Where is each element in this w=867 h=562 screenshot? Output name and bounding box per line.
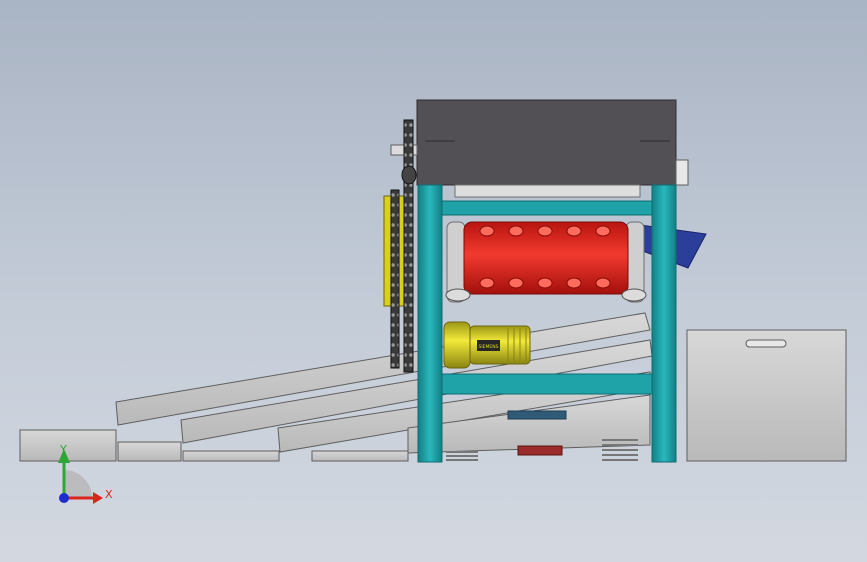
cad-viewport[interactable]: SIEMENS Y X [0,0,867,562]
frame-crossbar-mid[interactable] [441,373,653,395]
drive-chain[interactable] [390,119,417,373]
hopper-side-plate[interactable] [675,159,689,186]
assembly-drawing[interactable]: SIEMENS Y X [0,0,867,562]
motor-gearbox[interactable] [443,321,471,369]
drum-hub-left [445,288,471,302]
box-handle-slot[interactable] [745,339,787,348]
hopper[interactable] [390,99,689,186]
top-roller[interactable] [454,184,641,198]
axis-y-label: Y [59,443,67,456]
deck-bar-red[interactable] [517,445,563,456]
frame-leg-left[interactable] [417,184,443,463]
deck-bar-blue[interactable] [507,410,567,420]
sprocket-top [401,165,417,185]
spring-left[interactable] [446,451,478,461]
base-block-2[interactable] [117,441,182,462]
base-block-3[interactable] [182,450,280,462]
frame-leg-right[interactable] [651,184,677,463]
motor[interactable]: SIEMENS [443,321,531,369]
crusher-drum[interactable] [445,221,647,303]
axis-x-label: X [105,488,113,501]
chain-outer[interactable] [403,119,414,373]
base-block-1[interactable] [19,429,117,462]
collection-box[interactable] [686,329,847,462]
drum-hub-right [621,288,647,302]
frame-crossbar-top[interactable] [441,200,653,216]
motor-nameplate-text: SIEMENS [479,344,499,350]
chain-inner[interactable] [390,189,400,369]
base-block-4[interactable] [311,450,409,462]
